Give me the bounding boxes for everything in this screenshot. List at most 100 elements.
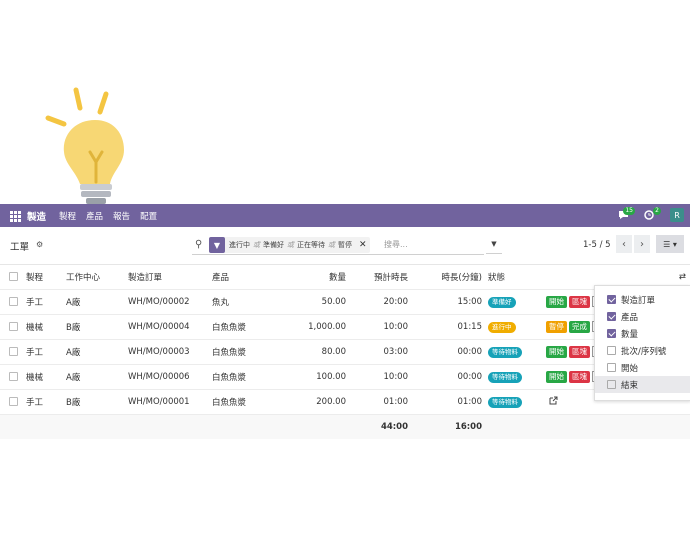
status-badge: 等待物料 [488, 396, 522, 408]
option-checkbox[interactable] [607, 363, 616, 372]
facet-separator: 或 [287, 241, 294, 249]
option-label: 產品 [621, 312, 639, 323]
action-button[interactable]: 開始 [546, 346, 567, 358]
optional-column-option[interactable]: 結束 [595, 376, 690, 393]
menu-config[interactable]: 配置 [140, 210, 157, 222]
gear-icon[interactable]: ⚙ [36, 240, 43, 249]
optional-column-option[interactable]: 數量 [595, 325, 690, 342]
cell-duration: 01:15 [408, 314, 482, 340]
select-all-checkbox[interactable] [9, 272, 18, 281]
column-header[interactable]: 時長(分鐘) [408, 265, 482, 290]
cell-mo: WH/MO/00004 [128, 314, 212, 340]
search-icon: ⚲ [195, 239, 203, 250]
cell-product: 魚丸 [212, 289, 284, 315]
column-header[interactable]: 狀態 [482, 265, 544, 290]
pager-value[interactable]: 1-5 / 5 [583, 240, 611, 250]
filter-facet: ▼ 進行中 或 準備好 或 正在等待 或 暫停 ✕ [209, 237, 370, 253]
row-checkbox[interactable] [9, 322, 18, 331]
cell-mo: WH/MO/00002 [128, 289, 212, 315]
column-header[interactable]: 預計時長 [346, 265, 408, 290]
action-button[interactable]: 開始 [546, 371, 567, 383]
optional-column-option[interactable]: 製造訂單 [595, 291, 690, 308]
column-header[interactable]: 製程 [26, 265, 66, 290]
apps-menu-icon[interactable] [10, 210, 21, 222]
table-row[interactable]: 手工 A廠 WH/MO/00003 白魚魚漿 80.00 03:00 00:00 等待物料 開始… [0, 339, 690, 365]
option-checkbox[interactable] [607, 312, 616, 321]
cell-product: 白魚魚漿 [212, 389, 284, 415]
cell-process: 手工 [26, 339, 66, 365]
cell-expected: 20:00 [346, 289, 408, 315]
column-header[interactable]: 製造訂單 [128, 265, 212, 290]
action-button[interactable]: 暫停 [546, 321, 567, 333]
column-header[interactable]: 產品 [212, 265, 284, 290]
column-header[interactable]: 工作中心 [66, 265, 128, 290]
action-button[interactable]: 開始 [546, 296, 567, 308]
optional-columns-toggle-icon[interactable]: ⇄ [679, 272, 686, 282]
option-label: 開始 [621, 363, 639, 374]
app-brand[interactable]: 製造 [27, 209, 46, 223]
cell-duration: 15:00 [408, 289, 482, 315]
remove-facet-icon[interactable]: ✕ [359, 240, 367, 250]
action-button[interactable]: 區塊 [569, 296, 590, 308]
search-input[interactable]: 搜尋... [384, 239, 408, 250]
optional-column-option[interactable]: 批次/序列號 [595, 342, 690, 359]
chat-icon[interactable]: 15 [618, 207, 635, 220]
table-row[interactable]: 機械 B廠 WH/MO/00004 白魚魚漿 1,000.00 10:00 01:15 進行中… [0, 314, 690, 340]
cell-product: 白魚魚漿 [212, 339, 284, 365]
option-checkbox[interactable] [607, 295, 616, 304]
action-button[interactable]: 區塊 [569, 371, 590, 383]
cell-quantity: 100.00 [284, 364, 346, 390]
table-row[interactable]: 手工 A廠 WH/MO/00002 魚丸 50.00 20:00 15:00 準備好 開始 區塊 [0, 289, 690, 315]
action-button[interactable]: 完成 [569, 321, 590, 333]
cell-work-center: A廠 [66, 289, 128, 315]
cell-work-center: B廠 [66, 314, 128, 340]
menu-process[interactable]: 製程 [59, 210, 76, 222]
table-header-row: 製程 工作中心 製造訂單 產品 數量 預計時長 時長(分鐘) 狀態 ⇄ [0, 265, 690, 290]
cell-process: 手工 [26, 289, 66, 315]
top-navbar: 製造 製程 產品 報告 配置 15 2 R [0, 204, 690, 227]
cell-expected: 03:00 [346, 339, 408, 365]
cell-duration: 00:00 [408, 364, 482, 390]
pager-next-button[interactable]: › [634, 235, 650, 253]
menu-products[interactable]: 產品 [86, 210, 103, 222]
row-checkbox[interactable] [9, 347, 18, 356]
cell-product: 白魚魚漿 [212, 314, 284, 340]
row-checkbox[interactable] [9, 297, 18, 306]
option-label: 批次/序列號 [621, 346, 667, 357]
option-label: 製造訂單 [621, 295, 656, 306]
option-checkbox[interactable] [607, 380, 616, 389]
cell-quantity: 80.00 [284, 339, 346, 365]
pager-previous-button[interactable]: ‹ [616, 235, 632, 253]
cell-work-center: A廠 [66, 339, 128, 365]
menu-reports[interactable]: 報告 [113, 210, 130, 222]
table-row[interactable]: 手工 B廠 WH/MO/00001 白魚魚漿 200.00 01:00 01:00 等待物料 [0, 389, 690, 415]
facet-value: 準備好 [263, 241, 284, 249]
row-checkbox[interactable] [9, 397, 18, 406]
optional-column-option[interactable]: 開始 [595, 359, 690, 376]
list-view-switch-button[interactable]: ☰ ▾ [656, 235, 684, 253]
option-checkbox[interactable] [607, 346, 616, 355]
optional-column-option[interactable]: 產品 [595, 308, 690, 325]
search-options-toggle[interactable]: ▼ [486, 235, 502, 254]
cell-process: 機械 [26, 314, 66, 340]
user-avatar[interactable]: R [670, 208, 684, 222]
option-checkbox[interactable] [607, 329, 616, 338]
cell-work-center: B廠 [66, 389, 128, 415]
facet-separator: 或 [253, 241, 260, 249]
action-button[interactable]: 區塊 [569, 346, 590, 358]
activity-clock-icon[interactable]: 2 [644, 207, 661, 220]
facet-value: 正在等待 [297, 241, 325, 249]
column-header[interactable]: 數量 [284, 265, 346, 290]
search-bar: ⚲ ▼ 進行中 或 準備好 或 正在等待 或 暫停 ✕ 搜尋... ▼ [192, 235, 502, 255]
cell-process: 機械 [26, 364, 66, 390]
external-link-icon[interactable] [549, 396, 558, 408]
status-badge: 進行中 [488, 321, 516, 333]
row-checkbox[interactable] [9, 372, 18, 381]
cell-expected: 10:00 [346, 364, 408, 390]
control-panel: 工單 ⚙ ⚲ ▼ 進行中 或 準備好 或 正在等待 或 暫停 ✕ 搜尋... ▼… [0, 227, 690, 265]
page-title[interactable]: 工單 [10, 239, 29, 253]
status-badge: 準備好 [488, 296, 516, 308]
cell-expected: 10:00 [346, 314, 408, 340]
table-row[interactable]: 機械 A廠 WH/MO/00006 白魚魚漿 100.00 10:00 00:00 等待物料 開… [0, 364, 690, 390]
cell-duration: 00:00 [408, 339, 482, 365]
